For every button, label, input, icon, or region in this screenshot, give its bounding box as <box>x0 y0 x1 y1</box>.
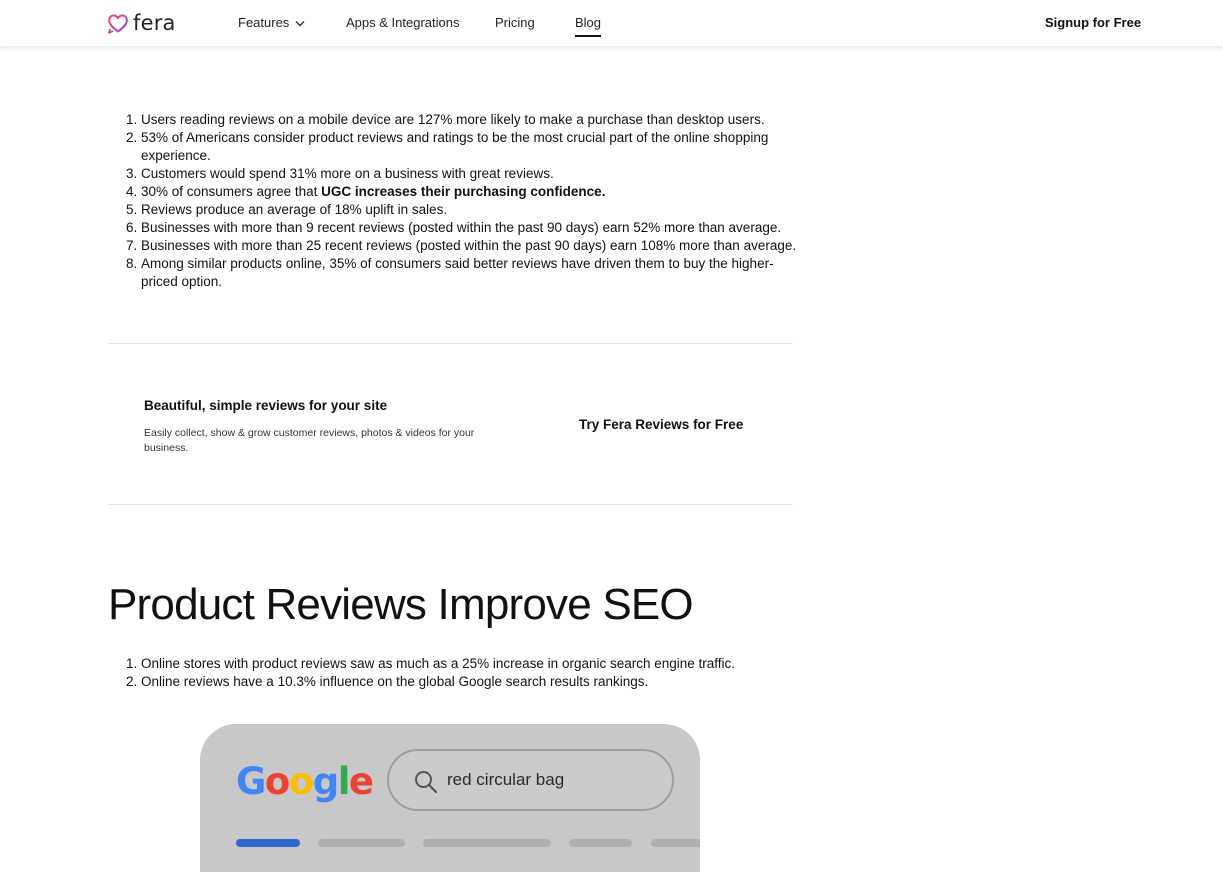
try-fera-button[interactable]: Try Fera Reviews for Free <box>579 416 743 434</box>
google-logo-letter: e <box>348 760 374 803</box>
review-stats-list: Users reading reviews on a mobile device… <box>141 111 801 291</box>
illustration-tab <box>651 839 700 847</box>
list-item: 53% of Americans consider product review… <box>141 129 801 165</box>
search-icon <box>415 771 438 794</box>
list-item-bold: UGC increases their purchasing confidenc… <box>321 184 606 199</box>
google-logo: Google <box>236 760 374 804</box>
list-item: Customers would spend 31% more on a busi… <box>141 165 801 183</box>
nav-pricing[interactable]: Pricing <box>495 14 535 32</box>
google-logo-letter: o <box>264 760 290 803</box>
illustration-tab <box>423 839 551 847</box>
google-logo-letter: o <box>288 760 314 803</box>
section-heading: Product Reviews Improve SEO <box>108 580 694 629</box>
illustration-tab <box>569 839 632 847</box>
illustration-tab <box>318 839 405 847</box>
brand-name: fera <box>133 11 176 35</box>
cta-title: Beautiful, simple reviews for your site <box>144 398 388 413</box>
illustration-search-box: red circular bag <box>387 749 674 811</box>
heart-chat-icon <box>108 14 128 34</box>
list-item: Among similar products online, 35% of co… <box>141 255 801 291</box>
google-logo-letter: l <box>337 760 351 803</box>
list-item: 30% of consumers agree that UGC increase… <box>141 183 801 201</box>
google-logo-letter: g <box>312 760 340 803</box>
list-item: Reviews produce an average of 18% uplift… <box>141 201 801 219</box>
illustration-tab-active <box>236 839 300 847</box>
signup-button[interactable]: Signup for Free <box>1045 14 1141 32</box>
active-nav-indicator <box>575 35 601 37</box>
seo-stats-list: Online stores with product reviews saw a… <box>141 655 801 691</box>
list-item: Users reading reviews on a mobile device… <box>141 111 801 129</box>
nav-apps-integrations[interactable]: Apps & Integrations <box>346 14 459 32</box>
cta-description: Easily collect, show & grow customer rev… <box>144 427 475 454</box>
list-item: Businesses with more than 9 recent revie… <box>141 219 801 237</box>
illustration-search-query: red circular bag <box>447 770 565 789</box>
site-header: fera Features Apps & Integrations Pricin… <box>0 0 1223 46</box>
list-item-text: 30% of consumers agree that <box>141 184 322 199</box>
list-item: Businesses with more than 25 recent revi… <box>141 237 801 255</box>
fera-logo[interactable]: fera <box>107 11 176 35</box>
google-search-illustration: Google red circular bag <box>200 724 700 872</box>
google-logo-letter: G <box>236 760 266 803</box>
list-item: Online stores with product reviews saw a… <box>141 655 801 673</box>
divider <box>108 504 793 505</box>
list-item: Online reviews have a 10.3% influence on… <box>141 673 801 691</box>
nav-features[interactable]: Features <box>238 14 305 32</box>
nav-features-label: Features <box>238 15 290 30</box>
divider <box>108 343 793 344</box>
chevron-down-icon <box>295 20 305 26</box>
nav-blog[interactable]: Blog <box>575 14 601 32</box>
